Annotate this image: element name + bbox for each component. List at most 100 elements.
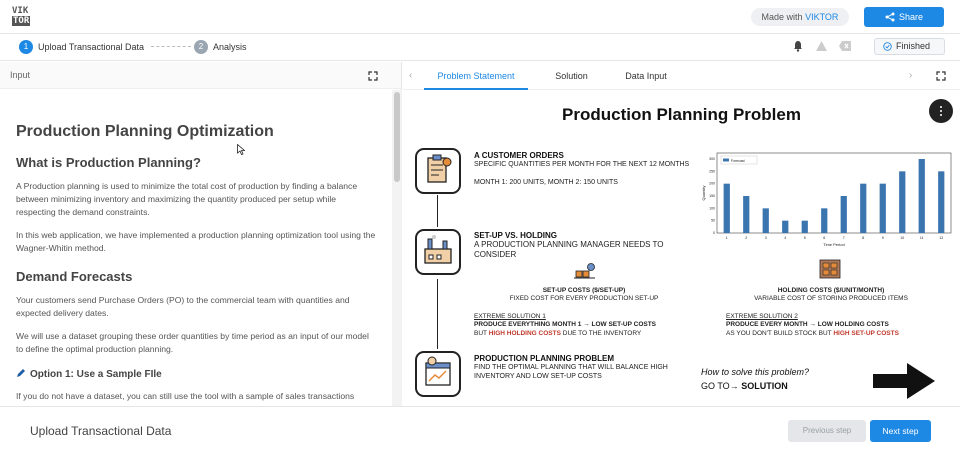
chart-frame [716,152,952,234]
chart-x-tick: 3 [765,236,767,240]
chart-x-tick: 8 [862,236,864,240]
section-heading: What is Production Planning? [16,155,201,170]
chart-x-tick: 5 [804,236,806,240]
factory-icon [415,229,461,275]
tab-solution[interactable]: Solution [543,62,600,90]
share-icon [885,12,895,22]
holding-cost-subtitle: VARIABLE COST OF STORING PRODUCED ITEMS [754,295,908,302]
step-connector [151,46,191,47]
problem-title: Production Planning Problem [562,105,801,124]
logo-line-1: VIK [12,6,29,16]
scrollbar-thumb[interactable] [394,92,400,182]
chart-bar [821,208,828,233]
made-with-badge[interactable]: Made with VIKTOR [751,8,849,26]
extreme-solution-2-text: EXTREME SOLUTION 2 [726,313,798,320]
paragraph: A Production planning is used to minimiz… [16,181,358,217]
section-subtitle: CONSIDER [474,250,517,259]
step-number: 1 [19,40,33,54]
chart-x-tick: 9 [882,236,884,240]
chart-bar [918,159,925,233]
section-title: A CUSTOMER ORDERS [474,151,564,160]
next-step-button[interactable]: Next step [870,420,931,442]
pencil-icon [17,369,25,377]
chart-legend-label: Forecast [731,159,745,163]
tab-scroll-right-icon[interactable]: › [909,70,912,81]
setup-cost-subtitle: FIXED COST FOR EVERY PRODUCTION SET-UP [509,295,659,302]
highlight-red: HIGH SET-UP COSTS [833,330,899,337]
paragraph: If you do not have a dataset, you can st… [16,391,355,401]
tab-problem-statement[interactable]: Problem Statement [424,62,528,90]
demand-forecast-chart: 1 2 3 4 5 6 7 8 9 10 11 12 050100150200250300 Forec… [701,152,952,247]
tab-scroll-left-icon[interactable]: ‹ [409,70,412,81]
chart-y-tick: 100 [709,206,715,210]
section-title: PRODUCTION PLANNING PROBLEM [474,354,614,363]
paragraph: We will use a dataset grouping these ord… [16,331,369,354]
more-options-button[interactable] [929,99,953,123]
chart-bar [860,183,867,233]
chart-bar [762,208,769,233]
extreme-solution-1-text: EXTREME SOLUTION 1 [474,313,546,320]
check-circle-icon [883,42,892,51]
output-panel: ‹ Problem Statement Solution Data Input … [403,62,960,406]
planning-chart-icon [415,351,461,397]
extreme-solution-1-label: EXTREME SOLUTION 1 [474,313,546,321]
chart-bar [899,171,906,233]
step-analysis[interactable]: 2 Analysis [194,40,247,54]
input-panel-header: Input [0,62,401,89]
flow-connector [437,195,438,227]
error-icon[interactable] [838,40,852,52]
input-panel-content: Production Planning Optimization What is… [0,90,392,406]
chart-y-tick: 250 [709,169,715,173]
chart-bar [879,183,886,233]
warehouse-icon [819,259,841,279]
share-button[interactable]: Share [864,7,944,27]
highlight-red: HIGH HOLDING COSTS [488,330,561,337]
chart-legend-swatch [723,158,729,162]
chart-x-tick: 2 [745,236,747,240]
chart-y-tick: 200 [709,182,715,186]
top-bar: VIK TOR Made with VIKTOR Share [0,0,960,34]
mouse-cursor-icon [237,144,245,155]
warning-icon[interactable] [815,40,828,52]
chart-x-tick: 7 [843,236,845,240]
chart-bar [938,171,945,233]
arrow-right-icon [873,363,935,399]
chart-bar [840,196,847,233]
chart-x-tick: 12 [939,236,943,240]
chart-y-label: Quantity [701,186,706,201]
holding-cost-title: HOLDING COSTS ($/UNIT/MONTH) [777,287,885,294]
section-subtitle: INVENTORY AND LOW SET-UP COSTS [474,373,602,380]
section-title: SET-UP VS. HOLDING [474,231,557,240]
section-subtitle: A PRODUCTION PLANNING MANAGER NEEDS TO [474,240,664,249]
paragraph: Your customers send Purchase Orders (PO)… [16,295,350,318]
extreme-solution-1-main: PRODUCE EVERYTHING MONTH 1 → LOW SET-UP … [474,321,657,328]
text-fragment: BUT [474,330,487,337]
expand-icon[interactable] [368,71,378,81]
gear-boxes-icon [574,263,595,279]
clipboard-icon [415,148,461,194]
made-with-text: Made with [761,12,803,22]
tab-data-input[interactable]: Data Input [615,62,677,90]
expand-icon[interactable] [936,71,946,81]
step-upload[interactable]: 1 Upload Transactional Data [19,40,144,54]
goto-text: GO TO→ [701,381,739,391]
viktor-logo[interactable]: VIK TOR [12,6,40,28]
page-title: Production Planning Optimization [16,123,274,140]
finished-label: Finished [896,41,931,51]
goto-solution-bold: SOLUTION [741,381,788,391]
problem-statement-image: Production Planning Problem A CUSTOMER O… [411,91,960,406]
bell-icon[interactable] [793,40,803,52]
step-number: 2 [194,40,208,54]
chart-bar [801,220,808,233]
extreme-solution-2-label: EXTREME SOLUTION 2 [726,313,798,321]
chart-y-tick: 50 [711,219,715,223]
footer-step-title: Upload Transactional Data [30,424,172,438]
chart-y-tick: 300 [709,157,715,161]
previous-step-button[interactable]: Previous step [788,420,866,442]
chart-y-tick: 150 [709,194,715,198]
extreme-solution-1-detail: BUT HIGH HOLDING COSTS DUE TO THE INVENT… [474,330,641,338]
text-fragment: DUE TO THE INVENTORY [562,330,642,337]
extreme-solution-2-main: PRODUCE EVERY MONTH → LOW HOLDING COSTS [726,321,889,328]
input-panel-label: Input [10,70,31,80]
finished-status[interactable]: Finished [874,38,945,55]
